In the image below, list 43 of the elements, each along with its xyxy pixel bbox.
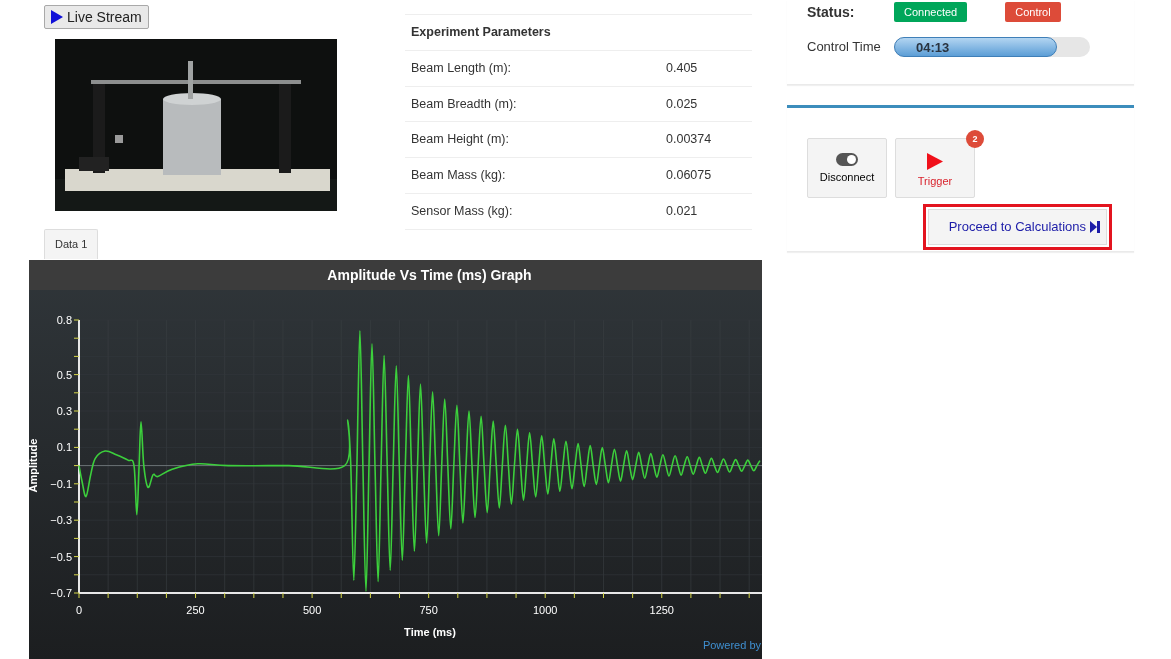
status-label: Status: [807, 2, 856, 22]
play-icon [51, 10, 63, 24]
axis-label: Amplitude [29, 438, 39, 493]
proceed-button[interactable]: Proceed to Calculations [928, 209, 1107, 245]
toggle-icon [836, 153, 858, 166]
tick-label: 750 [419, 604, 438, 616]
data-tab[interactable]: Data 1 [44, 229, 99, 259]
powered-by-link[interactable]: Powered by [702, 639, 761, 651]
tick-label: 0.3 [56, 405, 72, 417]
table-cell: Beam Breadth (m): [405, 86, 660, 122]
table-header: Experiment Parameters [405, 14, 752, 51]
tick-label: −0.3 [50, 514, 72, 527]
table-cell: 0.06075 [660, 157, 752, 194]
table-cell: 0.405 [660, 50, 752, 86]
tick-label: −0.5 [50, 550, 72, 563]
table-cell: 0.025 [660, 86, 752, 122]
table-cell: Sensor Mass (kg): [405, 193, 660, 229]
tick-label: 0.1 [56, 441, 72, 454]
status-indicator: Control [1005, 2, 1061, 22]
tick-label: 250 [186, 604, 205, 616]
tick-label: 1250 [649, 604, 674, 616]
table-cell: 0.021 [660, 193, 752, 229]
skip-forward-icon [1090, 220, 1100, 233]
table-cell: Beam Length (m): [405, 50, 660, 86]
live-stream-button[interactable]: Live Stream [44, 5, 149, 29]
time-reading: 04:13 [916, 39, 950, 57]
control-time-label: Control Time [807, 38, 882, 57]
tick-label: −0.1 [50, 477, 72, 490]
tick-label: 0 [75, 604, 83, 616]
play-icon [927, 153, 943, 170]
chart-title: Amplitude Vs Time (ms) Graph [327, 267, 532, 283]
table-cell: 0.00374 [660, 121, 752, 158]
table-cell: Beam Height (m): [405, 121, 660, 158]
table-cell: Beam Mass (kg): [405, 157, 660, 194]
tick-label: 0.5 [56, 368, 72, 381]
disconnect-button[interactable]: Disconnect [807, 138, 887, 198]
status-indicator: Connected [894, 2, 968, 22]
tick-label: 0.8 [56, 314, 72, 326]
tick-label: 1000 [532, 604, 558, 616]
axis-label: Time (ms) [404, 626, 456, 638]
tick-label: 500 [302, 604, 322, 616]
tick-label: −0.7 [50, 587, 72, 599]
count-badge: 2 [966, 130, 984, 148]
